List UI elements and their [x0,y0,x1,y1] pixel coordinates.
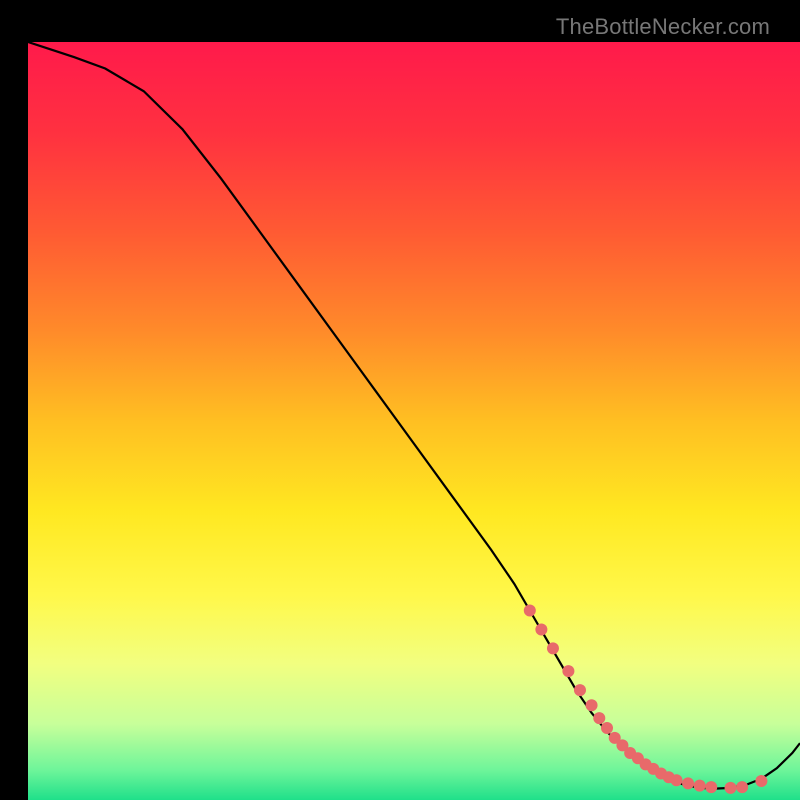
marker-dot [601,722,613,734]
marker-dot [574,684,586,696]
marker-dot [755,775,767,787]
marker-dot [524,605,536,617]
marker-dot [586,699,598,711]
marker-dot [736,781,748,793]
chart-plot-area [28,42,800,800]
chart-svg [28,42,800,800]
gradient-background [28,42,800,800]
marker-dot [547,642,559,654]
marker-dot [593,712,605,724]
marker-dot [670,774,682,786]
marker-dot [535,623,547,635]
marker-dot [562,665,574,677]
marker-dot [725,782,737,794]
watermark-text: TheBottleNecker.com [556,14,770,40]
chart-frame: TheBottleNecker.com [14,14,786,786]
marker-dot [682,777,694,789]
marker-dot [705,781,717,793]
marker-dot [694,780,706,792]
